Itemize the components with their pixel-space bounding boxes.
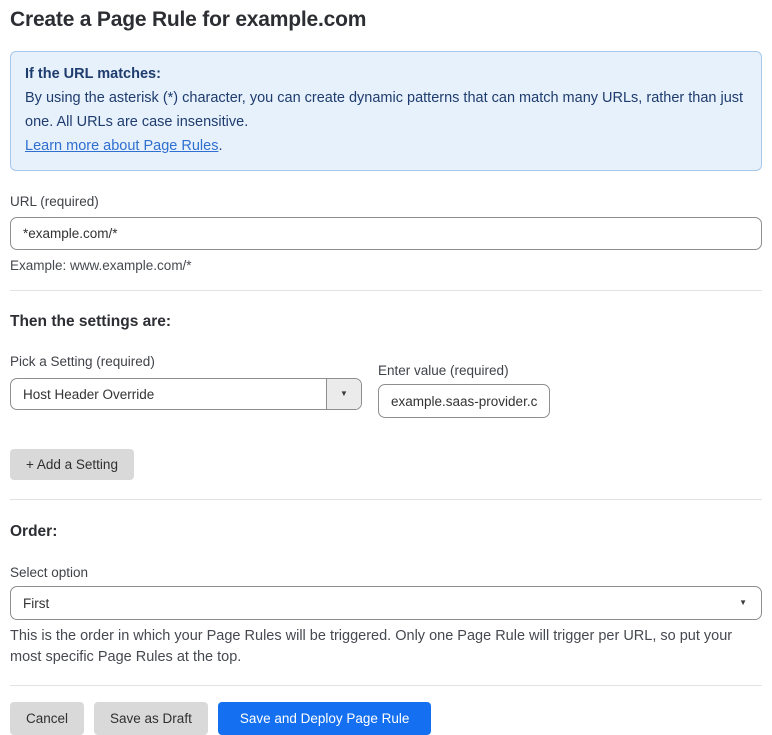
save-and-deploy-button[interactable]: Save and Deploy Page Rule xyxy=(217,702,432,735)
setting-picker-label: Pick a Setting (required) xyxy=(10,354,155,369)
divider xyxy=(10,290,762,291)
divider xyxy=(10,685,762,686)
url-field-label: URL (required) xyxy=(10,194,99,209)
divider xyxy=(10,499,762,500)
create-page-rule-panel: Create a Page Rule for example.com If th… xyxy=(0,0,772,735)
cancel-button[interactable]: Cancel xyxy=(10,702,85,735)
save-as-draft-button[interactable]: Save as Draft xyxy=(94,702,208,735)
settings-section-heading: Then the settings are: xyxy=(10,313,172,330)
info-box-body: By using the asterisk (*) character, you… xyxy=(25,90,744,130)
setting-row: Pick a Setting (required) Host Header Ov… xyxy=(10,354,762,418)
url-field-group: URL (required) Example: www.example.com/… xyxy=(10,194,762,273)
order-helper-text: This is the order in which your Page Rul… xyxy=(10,628,733,665)
footer-actions: Cancel Save as Draft Save and Deploy Pag… xyxy=(10,702,762,735)
info-box-heading: If the URL matches: xyxy=(25,66,161,82)
setting-value-group: Enter value (required) xyxy=(378,363,550,418)
setting-dropdown-arrow-button[interactable]: ▼ xyxy=(326,379,361,409)
setting-picker-group: Pick a Setting (required) Host Header Ov… xyxy=(10,354,362,410)
page-title: Create a Page Rule for example.com xyxy=(10,8,367,31)
chevron-down-icon: ▼ xyxy=(340,389,348,398)
url-match-info-box: If the URL matches: By using the asteris… xyxy=(10,51,762,171)
order-select-label: Select option xyxy=(10,565,89,580)
url-input[interactable] xyxy=(10,217,762,250)
setting-value-label: Enter value (required) xyxy=(378,363,509,378)
learn-more-link[interactable]: Learn more about Page Rules xyxy=(25,138,218,154)
setting-dropdown[interactable]: Host Header Override ▼ xyxy=(10,378,362,410)
order-select[interactable]: First ▼ xyxy=(10,586,762,620)
setting-value-input[interactable] xyxy=(378,384,550,418)
link-suffix: . xyxy=(218,138,223,154)
order-select-value: First xyxy=(23,595,50,611)
url-example-text: Example: www.example.com/* xyxy=(10,258,192,273)
order-section-heading: Order: xyxy=(10,523,58,540)
add-setting-button[interactable]: + Add a Setting xyxy=(10,449,134,480)
chevron-down-icon: ▼ xyxy=(739,598,747,607)
info-box-link-line: Learn more about Page Rules. xyxy=(25,134,747,158)
setting-dropdown-value: Host Header Override xyxy=(23,386,155,402)
